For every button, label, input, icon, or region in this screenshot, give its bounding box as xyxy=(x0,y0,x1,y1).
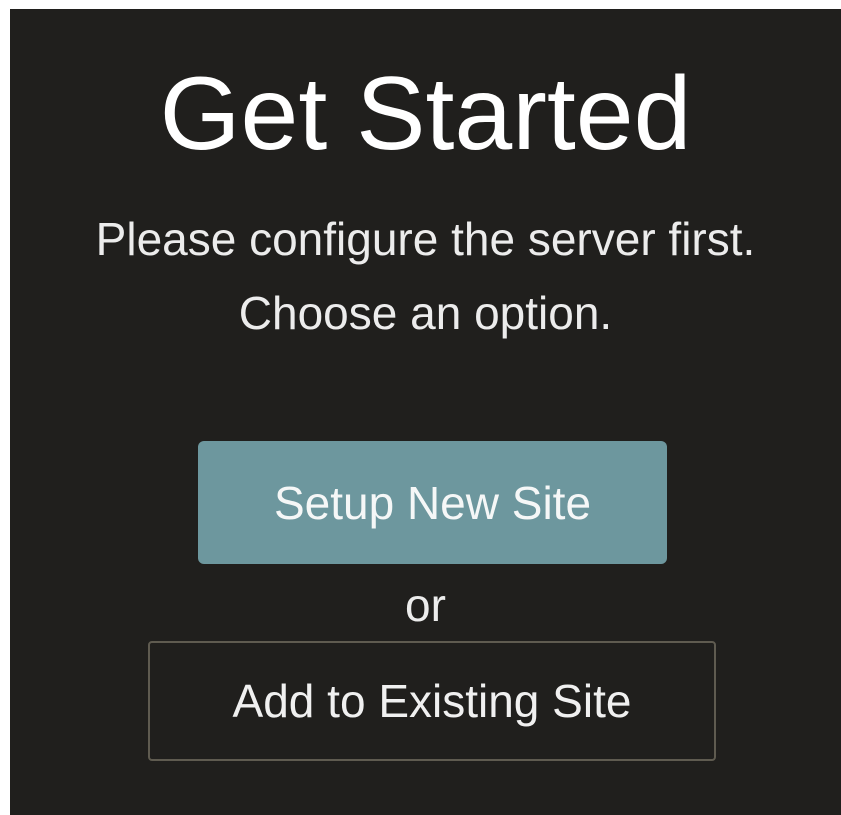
or-separator: or xyxy=(405,579,446,631)
instruction-text: Please configure the server first. xyxy=(95,213,756,265)
add-to-existing-site-button[interactable]: Add to Existing Site xyxy=(148,641,716,761)
add-to-existing-site-label: Add to Existing Site xyxy=(232,675,632,727)
setup-new-site-label: Setup New Site xyxy=(273,476,592,529)
page-title: Get Started xyxy=(159,56,692,172)
choose-option-text: Choose an option. xyxy=(238,287,613,339)
get-started-panel: Get Started Please configure the server … xyxy=(10,9,841,815)
setup-new-site-button[interactable]: Setup New Site xyxy=(198,441,667,564)
